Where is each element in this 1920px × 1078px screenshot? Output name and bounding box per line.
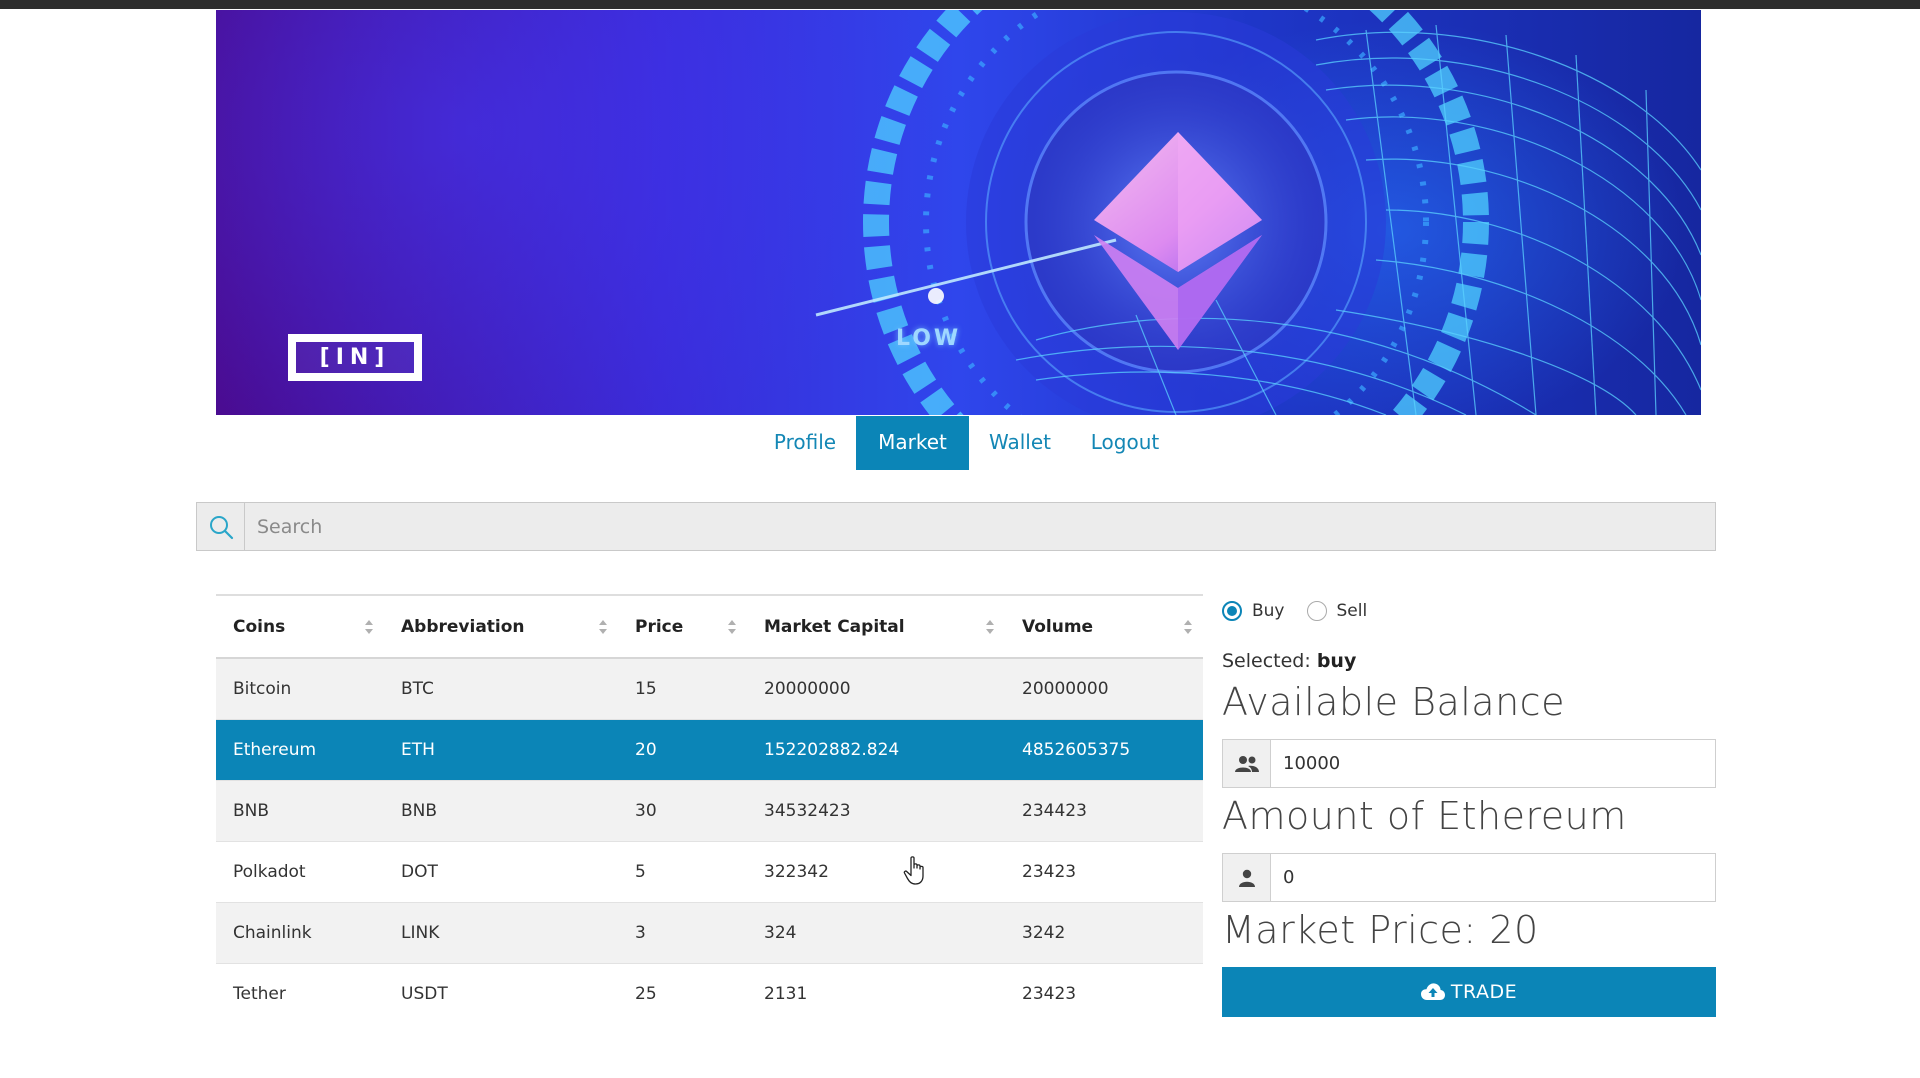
sort-icon[interactable] [598, 619, 608, 635]
column-label: Volume [1022, 616, 1094, 637]
nav-market[interactable]: Market [856, 416, 969, 470]
table-row[interactable]: BNB BNB 30 34532423 234423 [216, 780, 1203, 841]
amount-heading: Amount of Ethereum [1222, 794, 1627, 838]
user-icon [1223, 854, 1271, 901]
cell-abbreviation: DOT [401, 861, 438, 882]
cell-abbreviation: ETH [401, 739, 435, 760]
balance-field: 10000 [1222, 739, 1716, 788]
amount-input[interactable]: 0 [1271, 854, 1294, 901]
balance-value: 10000 [1283, 753, 1341, 774]
banner-low-label: LOW [896, 326, 962, 351]
cell-price: 25 [635, 983, 657, 1004]
table-row[interactable]: Chainlink LINK 3 324 3242 [216, 902, 1203, 963]
browser-top-bar [0, 0, 1920, 9]
cell-market-capital: 324 [764, 922, 797, 943]
table-row[interactable]: Tether USDT 25 2131 23423 [216, 963, 1203, 1024]
search-icon[interactable] [197, 503, 245, 550]
cell-abbreviation: LINK [401, 922, 440, 943]
sort-icon[interactable] [364, 619, 374, 635]
users-icon [1223, 740, 1271, 787]
ethereum-banner-art [815, 10, 1701, 415]
cell-abbreviation: BNB [401, 800, 438, 821]
trade-button-label: TRADE [1450, 981, 1518, 1003]
column-header-volume[interactable]: Volume [1005, 595, 1203, 658]
cell-coin: Bitcoin [233, 678, 292, 699]
trade-button[interactable]: TRADE [1222, 967, 1716, 1017]
cell-volume: 234423 [1022, 800, 1087, 821]
cell-market-capital: 322342 [764, 861, 829, 882]
nav-profile[interactable]: Profile [764, 416, 846, 470]
table-header: Coins Abbreviation Price Market Capital … [216, 595, 1203, 658]
sort-icon[interactable] [985, 619, 995, 635]
column-label: Abbreviation [401, 616, 525, 637]
column-header-market-capital[interactable]: Market Capital [747, 595, 1005, 658]
column-label: Market Capital [764, 616, 905, 637]
cell-volume: 23423 [1022, 861, 1077, 882]
cell-coin: Ethereum [233, 739, 317, 760]
cell-price: 15 [635, 678, 657, 699]
cell-volume: 3242 [1022, 922, 1066, 943]
main-nav: Profile Market Wallet Logout [0, 416, 1920, 470]
cloud-upload-icon [1420, 983, 1445, 1000]
sort-icon[interactable] [727, 619, 737, 635]
sort-icon[interactable] [1183, 619, 1193, 635]
banner-logo: [IN] [288, 334, 422, 381]
column-header-coins[interactable]: Coins [216, 595, 384, 658]
cell-market-capital: 20000000 [764, 678, 851, 699]
cell-volume: 4852605375 [1022, 739, 1131, 760]
cell-market-capital: 152202882.824 [764, 739, 900, 760]
column-label: Price [635, 616, 684, 637]
column-label: Coins [233, 616, 286, 637]
amount-field[interactable]: 0 [1222, 853, 1716, 902]
sell-radio-label[interactable]: Sell [1337, 601, 1368, 621]
buy-radio-label[interactable]: Buy [1252, 601, 1285, 621]
cell-coin: Chainlink [233, 922, 312, 943]
cell-price: 20 [635, 739, 657, 760]
table-row-selected[interactable]: Ethereum ETH 20 152202882.824 4852605375 [216, 719, 1203, 780]
cell-coin: BNB [233, 800, 270, 821]
selected-prefix: Selected: [1222, 650, 1311, 672]
search-bar [196, 502, 1716, 551]
cell-volume: 20000000 [1022, 678, 1109, 699]
selected-indicator: Selected: buy [1222, 650, 1356, 672]
cell-price: 3 [635, 922, 646, 943]
available-balance-heading: Available Balance [1222, 680, 1565, 724]
market-price-heading: Market Price: 20 [1222, 908, 1539, 952]
trade-type-radios: Buy Sell [1222, 596, 1716, 626]
hand-cursor-icon [903, 856, 924, 885]
nav-logout[interactable]: Logout [1082, 416, 1168, 470]
cell-abbreviation: BTC [401, 678, 434, 699]
selected-value: buy [1316, 650, 1357, 672]
cell-market-capital: 34532423 [764, 800, 851, 821]
cell-coin: Tether [233, 983, 286, 1004]
hero-banner: [IN] LOW [216, 10, 1701, 415]
cell-abbreviation: USDT [401, 983, 448, 1004]
search-input[interactable] [245, 503, 1715, 550]
sell-radio[interactable] [1306, 601, 1327, 621]
table-row[interactable]: Polkadot DOT 5 322342 23423 [216, 841, 1203, 902]
cell-volume: 23423 [1022, 983, 1077, 1004]
table-row[interactable]: Bitcoin BTC 15 20000000 20000000 [216, 658, 1203, 719]
trade-panel: Buy Sell Selected: buy Available Balance… [1222, 596, 1716, 1017]
cell-price: 30 [635, 800, 657, 821]
nav-wallet[interactable]: Wallet [980, 416, 1060, 470]
column-header-abbreviation[interactable]: Abbreviation [384, 595, 618, 658]
column-header-price[interactable]: Price [618, 595, 747, 658]
cell-market-capital: 2131 [764, 983, 808, 1004]
buy-radio[interactable] [1222, 601, 1242, 621]
cell-coin: Polkadot [233, 861, 306, 882]
coins-table: Coins Abbreviation Price Market Capital … [216, 594, 1203, 1024]
cell-price: 5 [635, 861, 646, 882]
